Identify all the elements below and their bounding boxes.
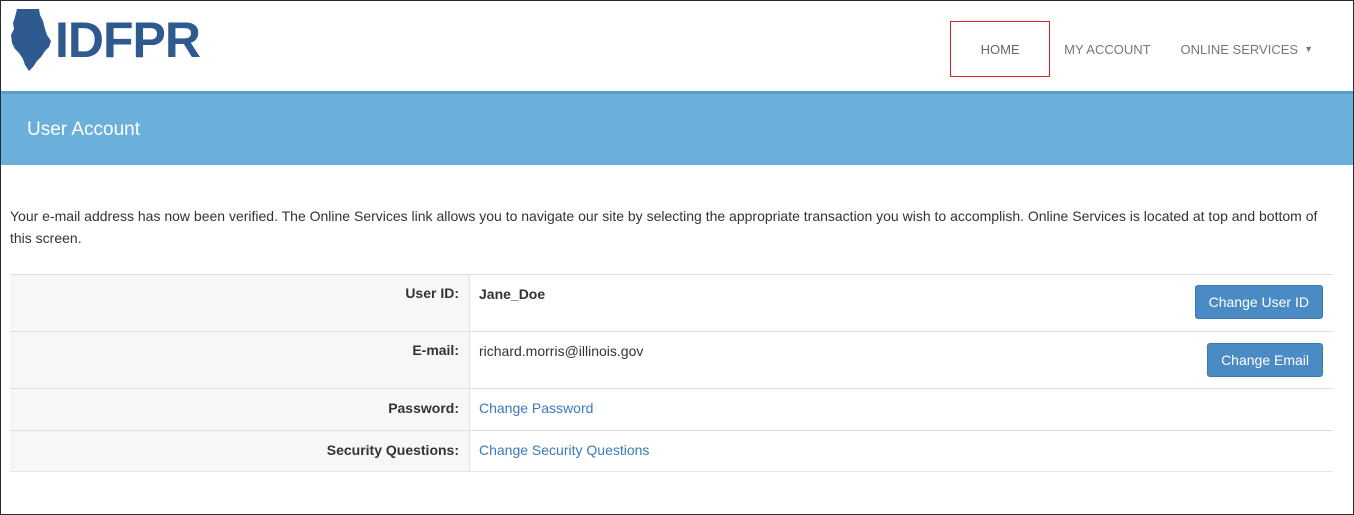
user-id-cell: Jane_Doe Change User ID [470,275,1333,331]
page-title: User Account [27,118,140,140]
nav-online-services[interactable]: ONLINE SERVICES ▼ [1171,21,1353,77]
main-nav: HOME MY ACCOUNT ONLINE SERVICES ▼ [950,21,1353,77]
nav-my-account[interactable]: MY ACCOUNT [1054,21,1170,77]
account-details-table: User ID: Jane_Doe Change User ID E-mail:… [10,274,1333,472]
table-row-password: Password: Change Password [10,388,1333,430]
nav-my-account-label: MY ACCOUNT [1064,41,1151,57]
password-label: Password: [10,389,470,430]
table-row-security-questions: Security Questions: Change Security Ques… [10,430,1333,472]
table-row-user-id: User ID: Jane_Doe Change User ID [10,274,1333,331]
logo-text: IDFPR [55,12,201,68]
security-questions-cell: Change Security Questions [470,431,1333,471]
user-id-value: Jane_Doe [479,286,546,302]
change-password-link[interactable]: Change Password [479,400,593,416]
change-email-button[interactable]: Change Email [1207,343,1323,377]
email-value: richard.morris@illinois.gov [479,343,644,359]
security-questions-label: Security Questions: [10,431,470,471]
email-label: E-mail: [10,332,470,388]
page-frame: IDFPR HOME MY ACCOUNT ONLINE SERVICES ▼ … [0,0,1354,515]
user-id-label: User ID: [10,275,470,331]
nav-home[interactable]: HOME [950,21,1051,77]
change-security-questions-link[interactable]: Change Security Questions [479,442,649,458]
top-navbar: IDFPR HOME MY ACCOUNT ONLINE SERVICES ▼ [1,1,1353,91]
nav-home-label: HOME [980,41,1020,57]
idfpr-logo[interactable]: IDFPR [9,7,201,73]
illinois-state-icon [11,9,51,71]
password-cell: Change Password [470,389,1333,430]
caret-down-icon: ▼ [1304,44,1313,54]
change-user-id-button[interactable]: Change User ID [1194,285,1323,319]
nav-online-services-label: ONLINE SERVICES [1180,41,1299,57]
email-cell: richard.morris@illinois.gov Change Email [470,332,1333,388]
page-banner: User Account [1,91,1353,165]
table-row-email: E-mail: richard.morris@illinois.gov Chan… [10,331,1333,388]
verification-message: Your e-mail address has now been verifie… [10,208,1318,246]
